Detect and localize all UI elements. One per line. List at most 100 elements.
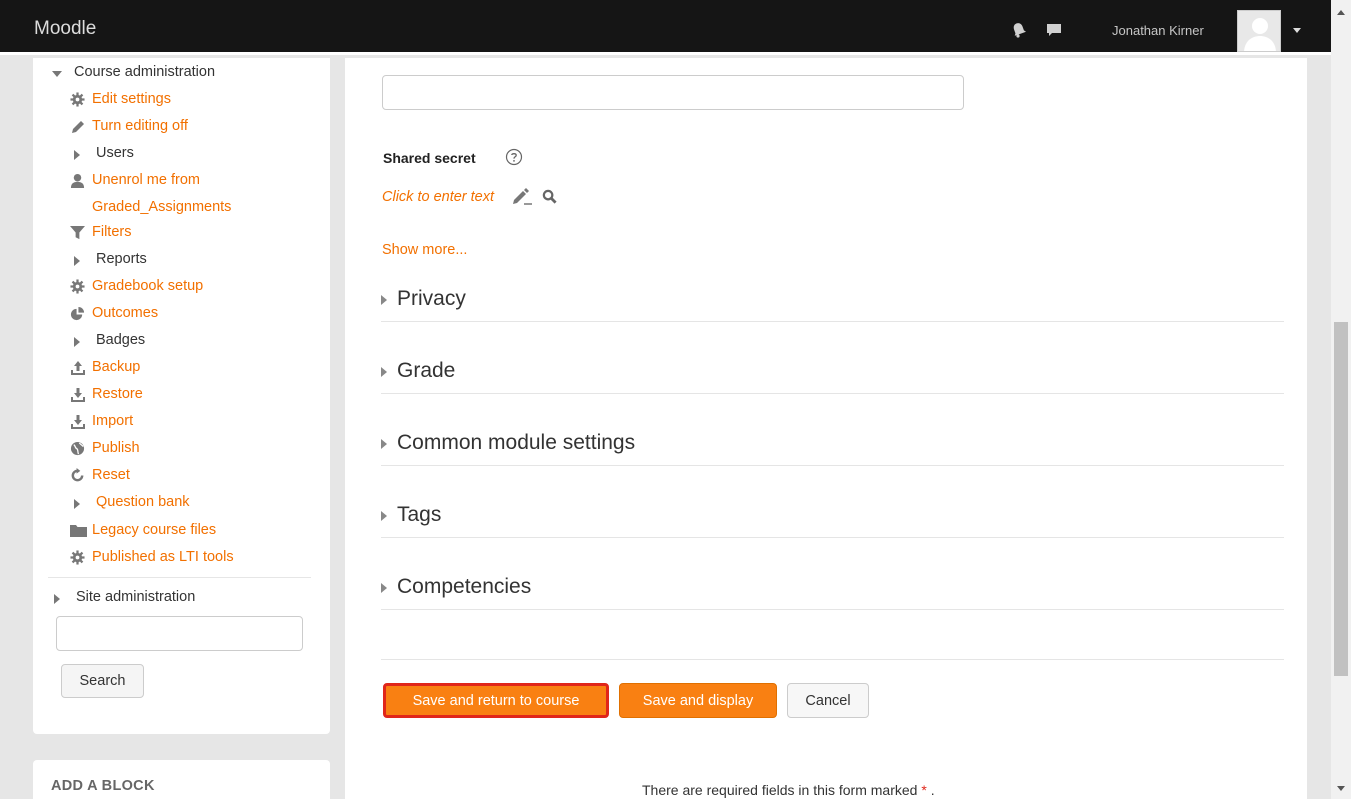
sidebar-item-label: Published as LTI tools [92, 549, 234, 565]
page-scrollbar[interactable] [1331, 0, 1351, 799]
gear-icon [70, 277, 92, 294]
search-icon[interactable] [542, 189, 557, 207]
sidebar-item-outcomes[interactable]: Outcomes [70, 304, 158, 322]
chevron-right-icon [381, 367, 387, 377]
download-icon [70, 412, 92, 430]
section-grade[interactable]: Grade [381, 348, 1284, 394]
sidebar-divider [48, 577, 311, 578]
search-button[interactable]: Search [61, 664, 144, 698]
sidebar-item-label: Import [92, 413, 134, 429]
sidebar-item-label: Site administration [76, 589, 196, 605]
sidebar-item-label: Filters [92, 224, 132, 240]
section-title: Privacy [397, 287, 466, 310]
add-block-panel: ADD A BLOCK [33, 760, 330, 799]
sidebar-item-users[interactable]: Users [74, 144, 134, 162]
chevron-right-icon [381, 439, 387, 449]
course-administration-node[interactable]: Course administration [52, 63, 215, 81]
sidebar-item-label: Users [96, 145, 134, 161]
sidebar-item-label: Unenrol me from [92, 172, 200, 188]
pie-icon [70, 304, 92, 321]
save-and-return-button[interactable]: Save and return to course [383, 683, 609, 718]
user-menu-caret-icon[interactable] [1293, 28, 1301, 33]
sidebar-item-edit-settings[interactable]: Edit settings [70, 90, 171, 108]
scroll-up-icon[interactable] [1337, 10, 1345, 15]
chevron-right-icon [381, 511, 387, 521]
sidebar-item-label-wrap: Unenrol me from Graded_Assignments [92, 171, 231, 216]
pencil-icon[interactable] [511, 188, 533, 209]
scroll-down-icon[interactable] [1337, 786, 1345, 791]
section-common-module-settings[interactable]: Common module settings [381, 420, 1284, 466]
refresh-icon [70, 466, 92, 483]
form-separator [381, 659, 1284, 660]
text-field[interactable] [382, 75, 964, 110]
user-name[interactable]: Jonathan Kirner [1112, 23, 1204, 38]
site-brand[interactable]: Moodle [34, 18, 96, 40]
sidebar-item-label: Gradebook setup [92, 278, 204, 294]
add-block-title: ADD A BLOCK [51, 778, 155, 794]
sidebar-item-label: Reset [92, 467, 130, 483]
section-title: Competencies [397, 575, 532, 598]
show-more-link[interactable]: Show more... [382, 242, 467, 258]
help-icon[interactable] [505, 148, 523, 169]
sidebar-item-gradebook-setup[interactable]: Gradebook setup [70, 277, 203, 295]
sidebar-item-label: Question bank [96, 494, 190, 510]
sidebar-item-reset[interactable]: Reset [70, 466, 130, 484]
sidebar-item-label: Reports [96, 251, 147, 267]
chevron-down-icon [52, 63, 74, 77]
chevron-right-icon [74, 493, 96, 509]
globe-icon [70, 439, 92, 456]
sidebar-item-label: Publish [92, 440, 140, 456]
section-title: Common module settings [397, 431, 636, 454]
sidebar-item-reports[interactable]: Reports [74, 250, 147, 268]
chevron-right-icon [381, 295, 387, 305]
sidebar-item-unenrol[interactable]: Unenrol me from Graded_Assignments [70, 171, 231, 216]
sidebar-item-restore[interactable]: Restore [70, 385, 143, 403]
sidebar-item-import[interactable]: Import [70, 412, 133, 430]
sidebar-item-label-line2: Graded_Assignments [92, 199, 232, 215]
chevron-right-icon [381, 583, 387, 593]
required-star-icon: * [921, 782, 927, 798]
sidebar-item-turn-editing-off[interactable]: Turn editing off [70, 117, 188, 135]
chevron-right-icon [74, 250, 96, 266]
chevron-right-icon [54, 588, 76, 604]
section-title: Grade [397, 359, 456, 382]
sidebar-item-label: Backup [92, 359, 141, 375]
shared-secret-label: Shared secret [383, 150, 476, 166]
download-icon [70, 385, 92, 403]
section-tags[interactable]: Tags [381, 492, 1284, 538]
sidebar-item-label: Legacy course files [92, 522, 217, 538]
node-label: Course administration [74, 64, 216, 80]
chat-icon[interactable] [1046, 22, 1062, 41]
sidebar-item-site-administration[interactable]: Site administration [54, 588, 195, 606]
save-and-display-button[interactable]: Save and display [619, 683, 777, 718]
sidebar-item-badges[interactable]: Badges [74, 331, 145, 349]
avatar[interactable] [1237, 10, 1281, 52]
top-navbar: Moodle Jonathan Kirner [0, 0, 1331, 55]
upload-icon [70, 358, 92, 376]
sidebar-item-published-lti[interactable]: Published as LTI tools [70, 548, 234, 566]
filter-icon [70, 223, 92, 240]
section-competencies[interactable]: Competencies [381, 564, 1284, 610]
gear-icon [70, 90, 92, 107]
cancel-button[interactable]: Cancel [787, 683, 869, 718]
gear-icon [70, 548, 92, 565]
sidebar-item-label: Badges [96, 332, 146, 348]
bell-icon[interactable] [1011, 22, 1027, 41]
pencil-icon [70, 117, 92, 135]
sidebar-item-label: Outcomes [92, 305, 159, 321]
sidebar-item-legacy-course-files[interactable]: Legacy course files [70, 521, 216, 539]
sidebar-item-label: Turn editing off [92, 118, 188, 134]
scroll-thumb[interactable] [1334, 322, 1348, 676]
required-fields-note: There are required fields in this form m… [642, 782, 935, 798]
sidebar-item-label: Restore [92, 386, 143, 402]
sidebar-item-label: Edit settings [92, 91, 171, 107]
section-title: Tags [397, 503, 442, 526]
sidebar-item-backup[interactable]: Backup [70, 358, 140, 376]
sidebar-item-filters[interactable]: Filters [70, 223, 131, 241]
sidebar-item-question-bank[interactable]: Question bank [74, 493, 190, 511]
section-privacy[interactable]: Privacy [381, 276, 1284, 322]
shared-secret-editable[interactable]: Click to enter text [382, 189, 494, 205]
admin-search-input[interactable] [56, 616, 303, 651]
sidebar-item-publish[interactable]: Publish [70, 439, 140, 457]
chevron-right-icon [74, 144, 96, 160]
